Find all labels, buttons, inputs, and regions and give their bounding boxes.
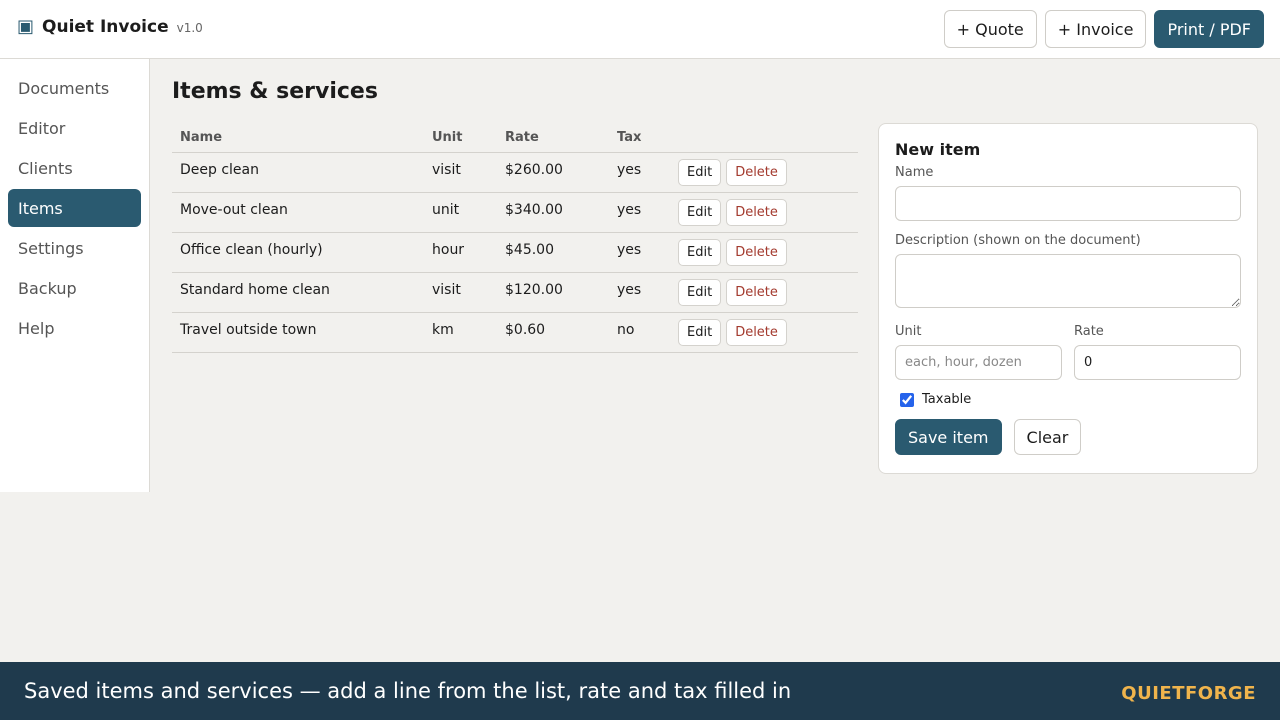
sidebar-item-help[interactable]: Help [8, 309, 141, 347]
item-name: Travel outside town [172, 312, 424, 353]
item-unit: unit [424, 192, 497, 233]
delete-button[interactable]: Delete [726, 158, 787, 186]
app-name: Quiet Invoice [42, 17, 169, 37]
item-tax: no [609, 312, 670, 353]
edit-button[interactable]: Edit [678, 318, 722, 346]
item-unit: hour [424, 232, 497, 273]
item-tax: yes [609, 192, 670, 233]
item-unit: visit [424, 152, 497, 193]
description-textarea[interactable] [895, 254, 1241, 308]
item-rate: $45.00 [497, 232, 609, 273]
page-title: Items & services [172, 79, 378, 104]
delete-button[interactable]: Delete [726, 318, 787, 346]
item-rate: $0.60 [497, 312, 609, 353]
item-unit: visit [424, 272, 497, 313]
sidebar-item-settings[interactable]: Settings [8, 229, 141, 267]
rate-input[interactable] [1074, 345, 1241, 380]
save-item-button[interactable]: Save item [895, 419, 1002, 455]
footer-banner: Saved items and services — add a line fr… [0, 662, 1280, 720]
sidebar: Documents Editor Clients Items Settings … [0, 59, 150, 492]
new-invoice-button[interactable]: + Invoice [1044, 10, 1147, 48]
row-actions: Edit Delete [670, 312, 858, 353]
delete-button[interactable]: Delete [726, 278, 787, 306]
top-actions: + Quote + Invoice Print / PDF [943, 10, 1264, 48]
top-bar: ▣ Quiet Invoice v1.0 + Quote + Invoice P… [0, 0, 1280, 59]
unit-input[interactable] [895, 345, 1062, 380]
item-name: Standard home clean [172, 272, 424, 313]
item-name: Deep clean [172, 152, 424, 193]
items-table: Name Unit Rate Tax Deep clean visit $260… [172, 123, 858, 353]
table-row: Deep clean visit $260.00 yes Edit Delete [172, 152, 858, 193]
footer-caption: Saved items and services — add a line fr… [24, 679, 792, 703]
sidebar-item-backup[interactable]: Backup [8, 269, 141, 307]
taxable-label: Taxable [922, 392, 972, 407]
edit-button[interactable]: Edit [678, 238, 722, 266]
clear-button[interactable]: Clear [1013, 419, 1082, 455]
row-actions: Edit Delete [670, 152, 858, 193]
table-row: Travel outside town km $0.60 no Edit Del… [172, 312, 858, 353]
brand: ▣ Quiet Invoice v1.0 [17, 16, 203, 38]
sidebar-item-items[interactable]: Items [8, 189, 141, 227]
item-rate: $340.00 [497, 192, 609, 233]
table-header-row: Name Unit Rate Tax [172, 123, 858, 153]
item-unit: km [424, 312, 497, 353]
delete-button[interactable]: Delete [726, 238, 787, 266]
rate-label: Rate [1074, 324, 1104, 339]
unit-rate-row: Unit Rate [895, 324, 1241, 380]
delete-button[interactable]: Delete [726, 198, 787, 226]
item-name-input[interactable] [895, 186, 1241, 221]
item-rate: $120.00 [497, 272, 609, 313]
sidebar-item-clients[interactable]: Clients [8, 149, 141, 187]
description-label: Description (shown on the document) [895, 233, 1141, 248]
name-label: Name [895, 165, 934, 180]
taxable-checkbox[interactable] [900, 392, 914, 407]
taxable-row: Taxable [895, 392, 1241, 407]
unit-label: Unit [895, 324, 922, 339]
item-name: Office clean (hourly) [172, 232, 424, 273]
sidebar-item-documents[interactable]: Documents [8, 69, 141, 107]
sidebar-item-editor[interactable]: Editor [8, 109, 141, 147]
print-pdf-button[interactable]: Print / PDF [1154, 10, 1264, 48]
edit-button[interactable]: Edit [678, 278, 722, 306]
row-actions: Edit Delete [670, 272, 858, 313]
column-header-unit: Unit [424, 123, 497, 153]
form-actions: Save item Clear [895, 419, 1241, 455]
row-actions: Edit Delete [670, 192, 858, 233]
item-rate: $260.00 [497, 152, 609, 193]
table-row: Move-out clean unit $340.00 yes Edit Del… [172, 192, 858, 233]
column-header-tax: Tax [609, 123, 670, 153]
new-item-panel: New item Name Description (shown on the … [878, 123, 1258, 474]
edit-button[interactable]: Edit [678, 158, 722, 186]
column-header-rate: Rate [497, 123, 609, 153]
row-actions: Edit Delete [670, 232, 858, 273]
item-tax: yes [609, 272, 670, 313]
item-tax: yes [609, 152, 670, 193]
table-row: Office clean (hourly) hour $45.00 yes Ed… [172, 232, 858, 273]
app-version: v1.0 [176, 21, 203, 35]
item-name: Move-out clean [172, 192, 424, 233]
new-item-title: New item [895, 140, 981, 159]
new-quote-button[interactable]: + Quote [943, 10, 1037, 48]
item-tax: yes [609, 232, 670, 273]
column-header-actions [670, 123, 858, 153]
table-row: Standard home clean visit $120.00 yes Ed… [172, 272, 858, 313]
document-icon: ▣ [17, 16, 35, 37]
footer-brand: QUIETFORGE [1121, 683, 1256, 704]
column-header-name: Name [172, 123, 424, 153]
edit-button[interactable]: Edit [678, 198, 722, 226]
